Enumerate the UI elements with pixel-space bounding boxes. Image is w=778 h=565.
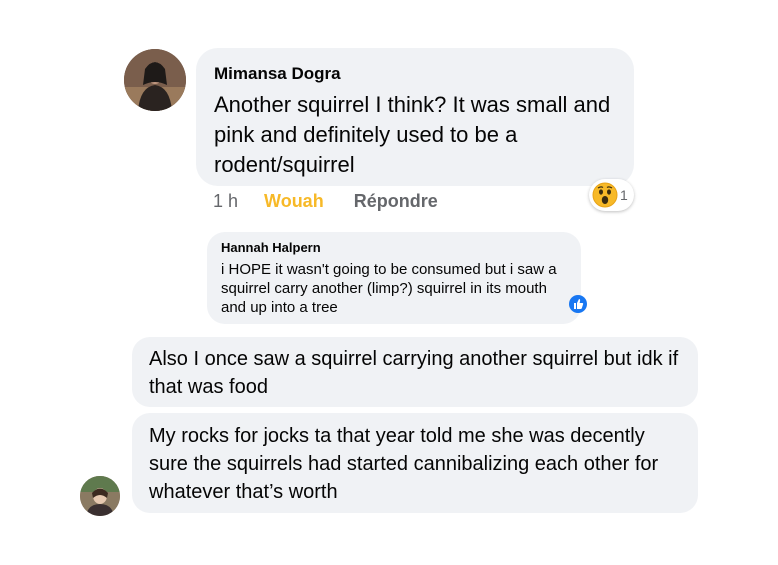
message-bubble: My rocks for jocks ta that year told me … xyxy=(132,413,698,513)
quoted-comment: Hannah Halpern i HOPE it wasn't going to… xyxy=(207,232,581,324)
quoted-comment-author: Hannah Halpern xyxy=(221,240,321,255)
reaction-summary[interactable]: 1 xyxy=(589,179,634,211)
reply-button[interactable]: Répondre xyxy=(354,191,438,212)
profile-photo-icon xyxy=(80,476,120,516)
avatar-sender[interactable] xyxy=(80,476,120,516)
reaction-button[interactable]: Wouah xyxy=(264,191,324,212)
comment-author[interactable]: Mimansa Dogra xyxy=(214,64,616,84)
comment-bubble: Mimansa Dogra Another squirrel I think? … xyxy=(196,48,634,186)
like-icon xyxy=(569,295,587,313)
profile-photo-icon xyxy=(124,49,186,111)
message-bubble: Also I once saw a squirrel carrying anot… xyxy=(132,337,698,407)
comment-text: Another squirrel I think? It was small a… xyxy=(214,92,611,177)
quoted-comment-text: i HOPE it wasn't going to be consumed bu… xyxy=(221,261,557,316)
reaction-count: 1 xyxy=(620,187,628,203)
wow-emoji-icon xyxy=(592,182,618,208)
avatar-commenter[interactable] xyxy=(124,49,186,111)
comment-timestamp[interactable]: 1 h xyxy=(213,191,238,212)
comment-actions: 1 h Wouah Répondre xyxy=(213,191,438,212)
